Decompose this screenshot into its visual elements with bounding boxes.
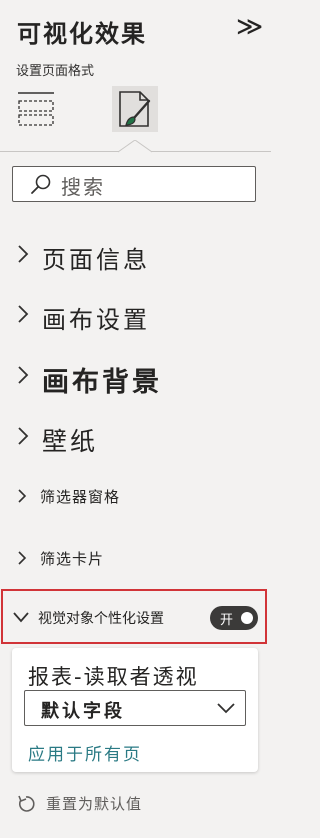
chevron-down-icon [13,612,29,623]
section-label: 壁纸 [42,427,99,456]
section-canvas-background[interactable]: 画布背景 [0,358,271,400]
toggle-on-label: 开 [220,613,234,628]
toggle-knob [241,612,253,624]
section-label: 筛选器窗格 [40,488,121,506]
reset-icon [18,795,35,812]
search-placeholder: 搜索 [61,175,105,199]
search-input[interactable]: 搜索 [12,166,256,202]
apply-to-all-pages-link[interactable]: 应用于所有页 [28,740,142,765]
chevron-right-icon [18,551,27,565]
dropdown-value: 默认字段 [41,701,125,722]
active-tab-notch [118,140,152,153]
format-page-tab[interactable] [112,86,158,132]
format-page-label: 设置页面格式 [16,64,95,79]
chevron-right-icon [18,245,29,263]
section-wallpaper[interactable]: 壁纸 [0,420,271,460]
section-label: 画布背景 [42,367,162,398]
section-page-info[interactable]: 页面信息 [0,238,271,278]
collapse-pane-icon[interactable]: ≫ [236,12,263,42]
chevron-right-icon [18,489,27,503]
section-label: 画布设置 [42,306,150,334]
reset-label: 重置为默认值 [46,795,143,813]
card-title: 报表-读取者透视 [28,665,199,689]
perspective-dropdown[interactable]: 默认字段 [24,690,246,726]
paintbrush-page-icon [119,91,151,127]
chevron-down-icon [217,703,235,714]
section-filter-pane[interactable]: 筛选器窗格 [0,484,271,510]
section-label: 视觉对象个性化设置 [38,611,164,627]
personalize-toggle[interactable]: 开 [210,606,258,630]
chevron-right-icon [18,427,29,445]
chevron-right-icon [18,305,29,323]
section-canvas-settings[interactable]: 画布设置 [0,298,271,338]
section-label: 筛选卡片 [40,550,105,568]
section-label: 页面信息 [42,246,150,274]
chevron-right-icon [18,366,29,384]
build-visual-icon[interactable] [16,88,56,128]
section-filter-cards[interactable]: 筛选卡片 [0,546,271,572]
pane-title: 可视化效果 [17,20,147,48]
search-icon [31,174,51,194]
